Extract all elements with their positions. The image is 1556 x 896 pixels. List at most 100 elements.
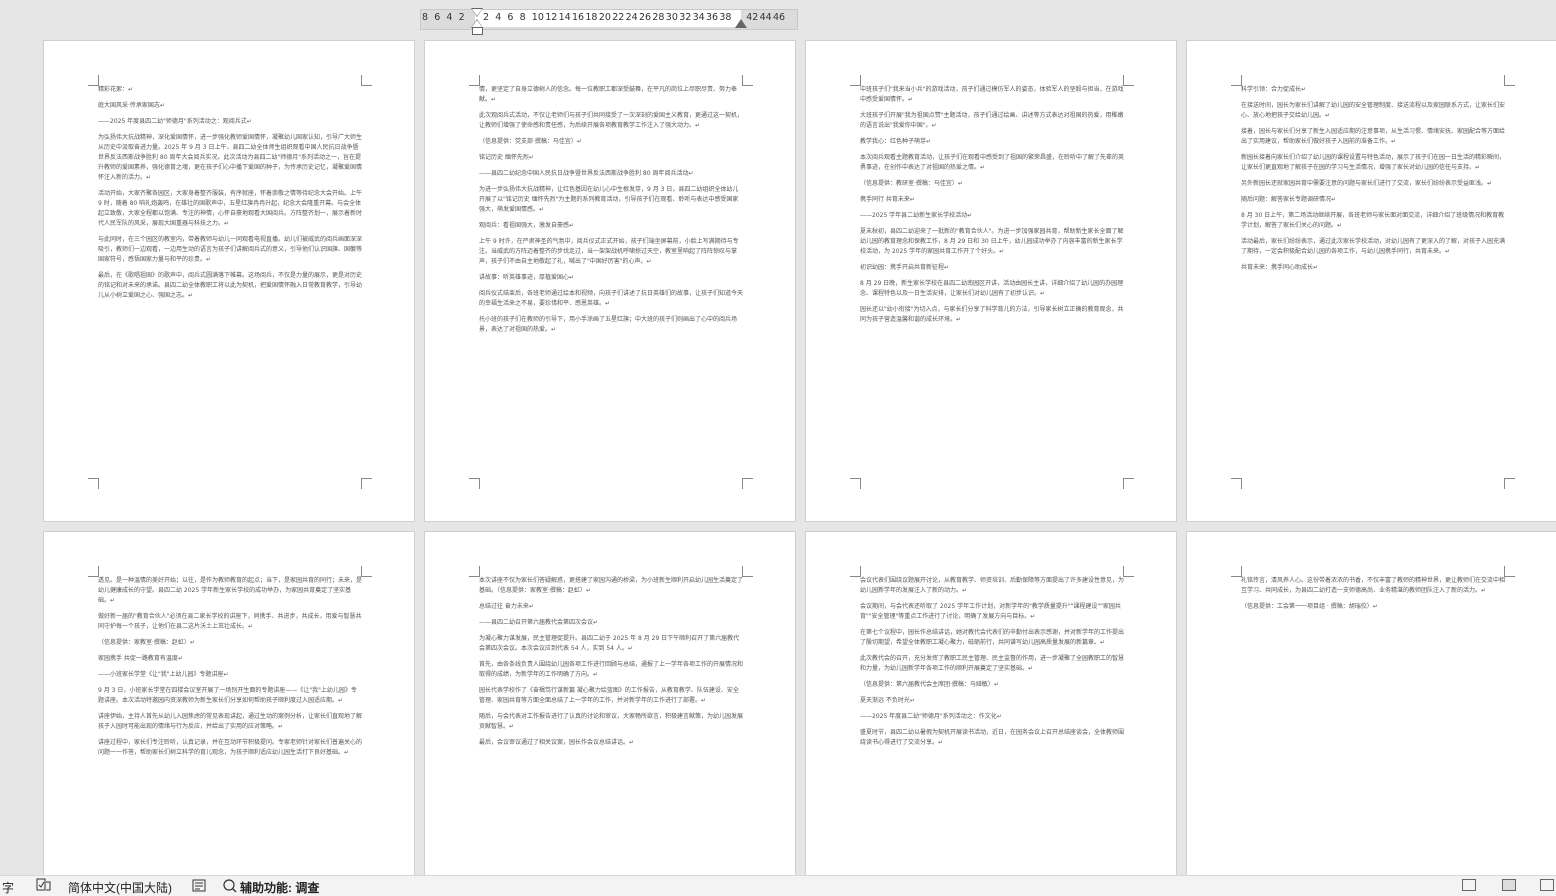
page-text[interactable]: 本次讲座不仅为家长们答疑解惑，更搭建了家园沟通的桥梁，为小班新生顺利开启幼儿园生… [479, 576, 743, 890]
paragraph[interactable]: 为弘扬伟大抗战精神，深化爱国情怀，进一步强化教师爱国情怀，凝聚幼儿国家认知，引导… [98, 133, 362, 183]
paragraph[interactable]: 9 月 3 日，小班家长学堂在四楼会议室开展了一场别开生面的专题讲座——《让"我… [98, 686, 362, 706]
paragraph[interactable]: ——2025 年度县四二幼"师德月"系列活动之：观阅兵式↵ [98, 117, 362, 127]
paragraph[interactable]: ——2025 年度县二幼"师德月"系列活动之：作文化↵ [860, 712, 1124, 722]
document-page[interactable]: 情，更坚定了自身立德树人的信念。每一位教职工都深受鼓舞，在平凡的岗位上尽职尽责、… [424, 40, 796, 522]
read-mode-icon[interactable] [1462, 879, 1476, 891]
accessibility-status[interactable]: 辅助功能: 调查 [240, 879, 319, 896]
paragraph[interactable]: 为凝心聚力谋发展，民主管理促提升。县四二幼于 2025 年 8 月 29 日下午… [479, 634, 743, 654]
paragraph[interactable]: 庭大国风采·传承家国志↵ [98, 101, 362, 111]
paragraph[interactable]: （信息提供：家教室·撰稿：赵虹）↵ [98, 638, 362, 648]
paragraph[interactable]: （信息提供：教研室·撰稿：马佳宜）↵ [860, 179, 1124, 189]
paragraph[interactable]: 新园长接着向家长们介绍了幼儿园的课程设置与特色活动，展示了孩子们在园一日生活的精… [1241, 153, 1505, 173]
paragraph[interactable]: 做好新一届的"教育合伙人"必须在县二家长学校的讲座下，同携手、共进步，共成长，用… [98, 612, 362, 632]
paragraph[interactable]: （信息提供：第六届教代会主席团·撰稿：马娅敏）↵ [860, 680, 1124, 690]
paragraph[interactable]: 此次观阅兵式活动，不仅让老师们与孩子们共同接受了一次深刻的爱国主义教育，更通过这… [479, 111, 743, 131]
document-page[interactable]: 透见。是一种温情的美好开始；以往，是作为教师教育的起点；当下，是家园共育的同行；… [43, 531, 415, 895]
paragraph[interactable]: 盛夏时节，县四二幼以暑假为契机开展读书活动，近日，在园务会议上召开总结座谈会，全… [860, 728, 1124, 748]
paragraph[interactable]: 随后问题：解答家长专题调研情况↵ [1241, 195, 1505, 205]
ruler-tick-label: 6 [434, 12, 441, 23]
paragraph[interactable]: 园长代表学校作了《奋楫笃行谋新篇 凝心聚力绘蓝图》的工作报告，从教育教学、队伍建… [479, 686, 743, 706]
paragraph[interactable]: 接着，园长与家长们分享了新生入园适应期的注意事项，从生活习惯、情绪安抚、家园配合… [1241, 127, 1505, 147]
page-text[interactable]: 中班孩子们"我来当小兵"的游戏活动，孩子们通过模仿军人的姿态，体验军人的坚毅与担… [860, 85, 1124, 477]
paragraph[interactable]: 在第七个议程中，园长作总结讲话，她对教代会代表们的辛勤付出表示感谢，并对新学年的… [860, 628, 1124, 648]
page-text[interactable]: 礼铭传言，清风养人心。这份带着浓浓的书香，不仅丰富了教师的精神世界，更让教师们在… [1241, 576, 1505, 890]
paragraph[interactable]: 托小班的孩子们在教师的引导下，用小手涂画了五星红旗；中大班的孩子们则画出了心中的… [479, 315, 743, 335]
paragraph[interactable]: ——小班家长学堂《让"我"上幼儿园》专题讲座↵ [98, 670, 362, 680]
paragraph[interactable]: 园长还以"幼小衔接"为切入点，与家长们分享了科学育儿的方法，引导家长树立正确的教… [860, 305, 1124, 325]
paragraph[interactable]: 透见。是一种温情的美好开始；以往，是作为教师教育的起点；当下，是家园共育的同行；… [98, 576, 362, 606]
paragraph[interactable]: 教学我心：红色种子萌芽↵ [860, 137, 1124, 147]
paragraph[interactable]: 最后，会议审议通过了相关议案，园长作会议总结讲话。↵ [479, 738, 743, 748]
proofing-icon[interactable] [36, 878, 52, 895]
paragraph[interactable]: 最后，在《歌唱祖国》的歌声中，阅兵式圆满落下帷幕。这场阅兵，不仅是力量的展示，更… [98, 271, 362, 301]
paragraph[interactable]: 携手同行 共育未来↵ [860, 195, 1124, 205]
paragraph[interactable]: 本次讲座不仅为家长们答疑解惑，更搭建了家园沟通的桥梁，为小班新生顺利开启幼儿园生… [479, 576, 743, 596]
paragraph[interactable]: 讲座过程中，家长们专注聆听，认真记录，并在互动环节积极提问。专家老师针对家长们普… [98, 738, 362, 758]
paragraph[interactable]: ——县四二幼纪念中国人民抗日战争暨世界反法西斯战争胜利 80 周年阅兵活动↵ [479, 169, 743, 179]
paragraph[interactable]: 8 月 30 日上午，第二场活动继续开展，各班老师与家长面对面交流，详细介绍了班… [1241, 211, 1505, 231]
page-text[interactable]: 透见。是一种温情的美好开始；以往，是作为教师教育的起点；当下，是家园共育的同行；… [98, 576, 362, 890]
paragraph[interactable]: 随后，与会代表对工作报告进行了认真的讨论和审议，大家畅所欲言，积极建言献策，为幼… [479, 712, 743, 732]
document-page[interactable]: 本次讲座不仅为家长们答疑解惑，更搭建了家园沟通的桥梁，为小班新生顺利开启幼儿园生… [424, 531, 796, 895]
document-page[interactable]: 精彩花絮：↵ 庭大国风采·传承家国志↵ ——2025 年度县四二幼"师德月"系列活动… [43, 40, 415, 522]
ruler-tick-label: 20 [598, 12, 611, 23]
paragraph[interactable]: 精彩花絮：↵ [98, 85, 362, 95]
paragraph[interactable]: 讲故事：听英雄事迹，厚植爱国心↵ [479, 273, 743, 283]
paragraph[interactable]: 铭记历史 缅怀先烈↵ [479, 153, 743, 163]
right-indent-marker[interactable] [735, 19, 747, 28]
margin-corner-mark [1123, 75, 1134, 86]
left-indent-marker[interactable] [472, 27, 483, 35]
paragraph[interactable]: 活动开始，大家齐聚各园区，大家身着整齐服装，有序就座，怀着崇敬之情等待纪念大会开… [98, 189, 362, 229]
ruler-tick-label: 46 [773, 12, 786, 23]
paragraph[interactable]: 为进一步弘扬伟大抗战精神，让红色基因在幼儿心中生根发芽，9 月 3 日，县四二幼… [479, 185, 743, 215]
margin-corner-mark [361, 566, 372, 577]
paragraph[interactable]: ——2025 学年县二幼新生家长学校活动↵ [860, 211, 1124, 221]
paragraph[interactable]: 此次教代会的召开，充分发挥了教职工民主管理、民主监督的作用，进一步凝聚了全园教职… [860, 654, 1124, 674]
paragraph[interactable]: 夏末秋初，县四二幼迎来了一批新的"教育合伙人"。为进一步加强家园共育，帮助新生家… [860, 227, 1124, 257]
paragraph[interactable]: 情，更坚定了自身立德树人的信念。每一位教职工都深受鼓舞，在平凡的岗位上尽职尽责、… [479, 85, 743, 105]
word-count[interactable]: 字 [2, 879, 14, 896]
paragraph[interactable]: 与此同时，在三个园区的教室内，带着教师与幼儿一同观看电视直播。幼儿们被威武的阅兵… [98, 235, 362, 265]
paragraph[interactable]: 初识幼园：携手开启共育新征程↵ [860, 263, 1124, 273]
page-text[interactable]: 会议代表们围绕议题展开讨论，从教育教学、师资培训、后勤保障等方面提出了许多建设性… [860, 576, 1124, 890]
paragraph[interactable]: 讲座伊始，主持人首先从幼儿入园焦虑的常见表现讲起，通过生动的案例分析，让家长们直… [98, 712, 362, 732]
language-indicator[interactable]: 简体中文(中国大陆) [68, 879, 172, 896]
document-page[interactable]: 科学引领：合力促成长↵ 在接送时间，园长为家长们讲解了幼儿园的安全管理制度、接送流… [1186, 40, 1556, 522]
paragraph[interactable]: 上午 9 时许，在严肃神圣的气氛中，阅兵仪式正式开始，孩子们端坐屏幕前，小脸上写… [479, 237, 743, 267]
document-page[interactable]: 会议代表们围绕议题展开讨论，从教育教学、师资培训、后勤保障等方面提出了许多建设性… [805, 531, 1177, 895]
page-text[interactable]: 精彩花絮：↵ 庭大国风采·传承家国志↵ ——2025 年度县四二幼"师德月"系列活动… [98, 85, 362, 477]
page-text[interactable]: 科学引领：合力促成长↵ 在接送时间，园长为家长们讲解了幼儿园的安全管理制度、接送流… [1241, 85, 1505, 477]
accessibility-icon[interactable] [222, 878, 238, 896]
paragraph[interactable]: 会议代表们围绕议题展开讨论，从教育教学、师资培训、后勤保障等方面提出了许多建设性… [860, 576, 1124, 596]
paragraph[interactable]: 8 月 29 日晚，新生家长学校在县四二幼南园区开讲，活动由园长主讲，详细介绍了… [860, 279, 1124, 299]
margin-corner-mark [361, 75, 372, 86]
paragraph[interactable]: 会议期间，与会代表还听取了 2025 学年工作计划，对新学年的"教学质量提升""… [860, 602, 1124, 622]
ruler-tick-label: 44 [759, 12, 772, 23]
paragraph[interactable]: 科学引领：合力促成长↵ [1241, 85, 1505, 95]
paragraph[interactable]: 首先，由各条线负责人围绕幼儿园各项工作进行回顾与总结，通报了上一学年各项工作的开… [479, 660, 743, 680]
paragraph[interactable]: 中班孩子们"我来当小兵"的游戏活动，孩子们通过模仿军人的姿态，体验军人的坚毅与担… [860, 85, 1124, 105]
document-page[interactable]: 中班孩子们"我来当小兵"的游戏活动，孩子们通过模仿军人的姿态，体验军人的坚毅与担… [805, 40, 1177, 522]
macro-icon[interactable] [192, 879, 206, 895]
paragraph[interactable]: （信息提供：党支部·撰稿：马佳宜）↵ [479, 137, 743, 147]
paragraph[interactable]: 阅兵仪式结束后，各班老师通过绘本和视频，向孩子们讲述了抗日英雄们的故事，让孩子们… [479, 289, 743, 309]
paragraph[interactable]: 观阅兵：看祖国强大，激发自豪感↵ [479, 221, 743, 231]
page-text[interactable]: 情，更坚定了自身立德树人的信念。每一位教职工都深受鼓舞，在平凡的岗位上尽职尽责、… [479, 85, 743, 477]
document-page[interactable]: 礼铭传言，清风养人心。这份带着浓浓的书香，不仅丰富了教师的精神世界，更让教师们在… [1186, 531, 1556, 895]
web-layout-icon[interactable] [1540, 879, 1554, 891]
paragraph[interactable]: 本次阅兵观看主题教育活动，让孩子们在观看中感受到了祖国的繁荣昌盛，在聆听中了解了… [860, 153, 1124, 173]
ruler-tick-label: 8 [422, 12, 429, 23]
paragraph[interactable]: 总结过往 奋力未来↵ [479, 602, 743, 612]
paragraph[interactable]: 大班孩子们开展"我为祖国点赞"主题活动，孩子们通过绘画、讲述等方式表达对祖国的热… [860, 111, 1124, 131]
paragraph[interactable]: 礼铭传言，清风养人心。这份带着浓浓的书香，不仅丰富了教师的精神世界，更让教师们在… [1241, 576, 1505, 596]
paragraph[interactable]: 家园携手 共促一路教育有温度↵ [98, 654, 362, 664]
paragraph[interactable]: 活动最后，家长们纷纷表示，通过此次家长学校活动，对幼儿园有了更深入的了解，对孩子… [1241, 237, 1505, 257]
paragraph[interactable]: （信息提供：工会第一一项目组 · 撰稿：胡瑞佼）↵ [1241, 602, 1505, 612]
paragraph[interactable]: ——县四二幼召开第六届教代会第四次会议↵ [479, 618, 743, 628]
paragraph[interactable]: 夏天渐远 不负时光↵ [860, 696, 1124, 706]
paragraph[interactable]: 在接送时间，园长为家长们讲解了幼儿园的安全管理制度、接送流程以及家园联系方式，让… [1241, 101, 1505, 121]
paragraph[interactable]: 共育未来：携手同心助成长↵ [1241, 263, 1505, 273]
print-layout-icon[interactable] [1502, 879, 1516, 891]
paragraph[interactable]: 另外新园长还就家园共育中需要注意的问题与家长们进行了交流，家长们纷纷表示受益匪浅… [1241, 179, 1505, 189]
margin-corner-mark [361, 478, 372, 489]
